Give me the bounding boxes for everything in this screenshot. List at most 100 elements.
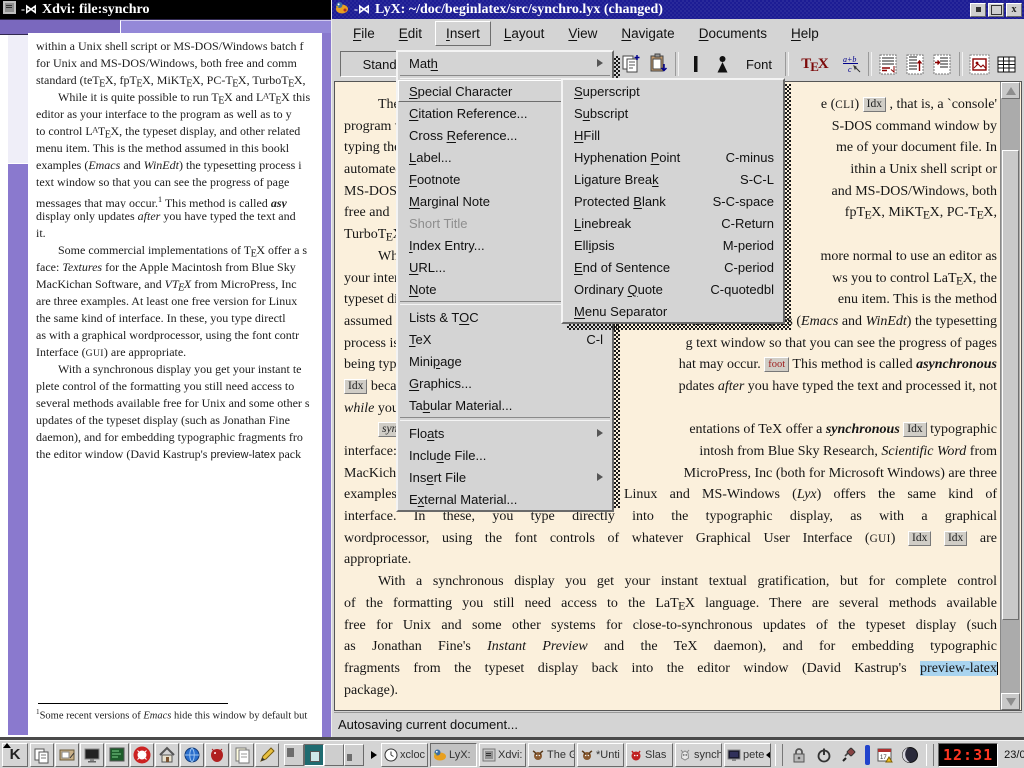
window-pin-icon[interactable]: -⋈: [21, 2, 37, 17]
menubar-item-navigate[interactable]: Navigate: [610, 21, 685, 46]
insert-table-button[interactable]: [993, 51, 1020, 78]
menu-item-minipage[interactable]: Minipage: [398, 350, 612, 372]
noun-button[interactable]: [709, 51, 736, 78]
task-button-slas[interactable]: Slas: [626, 743, 673, 767]
close-button[interactable]: x: [1006, 3, 1022, 17]
menu-item-tabular-material[interactable]: Tabular Material...: [398, 394, 612, 416]
insert-margin-note-button[interactable]: [902, 51, 929, 78]
copy-button[interactable]: [618, 51, 645, 78]
document-line: fragments from the typeset display back …: [344, 658, 997, 680]
index-inset[interactable]: Idx: [944, 531, 967, 546]
menubar-item-edit[interactable]: Edit: [388, 21, 433, 46]
emphasis-button[interactable]: [682, 51, 709, 78]
menubar-item-insert[interactable]: Insert: [435, 21, 491, 46]
browser-launcher[interactable]: [180, 743, 204, 767]
task-button-pete[interactable]: pete: [724, 743, 771, 767]
xdvi-text-line: menu item. This is the method assumed in…: [36, 140, 322, 157]
menu-shortcut: M-period: [709, 238, 774, 253]
menubar-item-help[interactable]: Help: [780, 21, 830, 46]
lyx-titlebar[interactable]: -⋈ LyX: ~/doc/beginlatex/src/synchro.lyx…: [332, 0, 1024, 19]
insert-footnote-button[interactable]: [875, 51, 902, 78]
task-button-*unti[interactable]: *Unti: [577, 743, 624, 767]
menubar-item-view[interactable]: View: [557, 21, 608, 46]
notes-launcher[interactable]: [230, 743, 254, 767]
plug-applet-icon[interactable]: [837, 743, 861, 767]
xdvi-hscroll-thumb[interactable]: [120, 20, 331, 34]
xdvi-vertical-scrollbar[interactable]: [8, 35, 28, 735]
menu-item-external-material[interactable]: External Material...: [398, 488, 612, 510]
scroll-up-arrow[interactable]: [1001, 82, 1020, 99]
lyx-vertical-scrollbar[interactable]: [1000, 82, 1020, 710]
digital-clock[interactable]: 12:31: [938, 743, 998, 767]
power-applet-icon[interactable]: [812, 743, 836, 767]
calendar-applet-icon[interactable]: 17: [873, 743, 897, 767]
taskbar-panel: K xclocLyX:Xdvi:The G*UntiSlassynchpete …: [0, 740, 1024, 768]
xdvi-vscroll-thumb[interactable]: [8, 163, 28, 735]
font-button[interactable]: Font: [736, 51, 782, 78]
menu-item-math[interactable]: Math: [398, 52, 612, 74]
moon-applet-icon[interactable]: [898, 743, 922, 767]
window-list-launcher[interactable]: [30, 743, 54, 767]
submenu-item-hyphenation-point[interactable]: Hyphenation PointC-minus: [563, 146, 783, 168]
panel-handle[interactable]: [926, 744, 934, 766]
submenu-item-menu-separator[interactable]: Menu Separator: [563, 300, 783, 322]
task-button-xcloc[interactable]: xcloc: [381, 743, 428, 767]
submenu-item-subscript[interactable]: Subscript: [563, 102, 783, 124]
insert-figure-button[interactable]: [966, 51, 993, 78]
panel-handle[interactable]: [775, 744, 783, 766]
submenu-item-ligature-break[interactable]: Ligature BreakS-C-L: [563, 168, 783, 190]
task-scroll-left-arrow[interactable]: [369, 744, 379, 766]
pager-desktop-2[interactable]: [304, 744, 324, 766]
xdvi-page[interactable]: within a Unix shell script or MS-DOS/Win…: [28, 33, 322, 735]
xdvi-titlebar[interactable]: -⋈ Xdvi: file:synchro: [0, 0, 331, 19]
task-button-xdvi[interactable]: Xdvi:: [479, 743, 526, 767]
index-inset[interactable]: Idx: [903, 422, 926, 437]
mail-launcher[interactable]: [205, 743, 229, 767]
menu-item-floats[interactable]: Floats: [398, 422, 612, 444]
index-inset[interactable]: Idx: [863, 97, 886, 112]
lock-applet-icon[interactable]: [787, 743, 811, 767]
task-button-theg[interactable]: The G: [528, 743, 575, 767]
menu-item-tex[interactable]: TeXC-l: [398, 328, 612, 350]
index-inset[interactable]: Idx: [908, 531, 931, 546]
task-button-synch[interactable]: synch: [675, 743, 722, 767]
tex-mode-button[interactable]: TEX: [792, 51, 838, 78]
menubar-item-documents[interactable]: Documents: [688, 21, 778, 46]
menubar-item-file[interactable]: File: [342, 21, 386, 46]
pager-desktop-1[interactable]: [284, 744, 304, 766]
submenu-item-ellipsis[interactable]: EllipsisM-period: [563, 234, 783, 256]
math-mode-button[interactable]: a+bc: [838, 51, 865, 78]
editor-launcher[interactable]: [255, 743, 279, 767]
menu-item-include-file[interactable]: Include File...: [398, 444, 612, 466]
index-inset[interactable]: Idx: [344, 379, 367, 394]
xdvi-text-line: display only updates after you have type…: [36, 208, 322, 225]
pager-desktop-3[interactable]: [324, 744, 344, 766]
change-depth-button[interactable]: [929, 51, 956, 78]
submenu-item-end-of-sentence[interactable]: End of SentenceC-period: [563, 256, 783, 278]
show-desktop-launcher[interactable]: [55, 743, 79, 767]
maximize-button[interactable]: [988, 3, 1004, 17]
submenu-item-hfill[interactable]: HFill: [563, 124, 783, 146]
menu-shortcut: C-Return: [707, 216, 774, 231]
console-launcher[interactable]: [105, 743, 129, 767]
submenu-item-linebreak[interactable]: LinebreakC-Return: [563, 212, 783, 234]
menu-item-insert-file[interactable]: Insert File: [398, 466, 612, 488]
task-button-lyx[interactable]: LyX:: [430, 743, 477, 767]
footnote-inset[interactable]: foot: [764, 357, 789, 372]
submenu-item-protected-blank[interactable]: Protected BlankS-C-space: [563, 190, 783, 212]
pager-desktop-4[interactable]: [344, 744, 364, 766]
window-pin-icon[interactable]: -⋈: [354, 2, 370, 17]
k-menu-button[interactable]: K: [2, 743, 28, 767]
menu-item-graphics[interactable]: Graphics...: [398, 372, 612, 394]
menubar-item-layout[interactable]: Layout: [493, 21, 556, 46]
submenu-item-superscript[interactable]: Superscript: [563, 80, 783, 102]
lyx-scroll-thumb[interactable]: [1002, 150, 1019, 620]
terminal-launcher[interactable]: [80, 743, 104, 767]
scroll-down-arrow[interactable]: [1001, 693, 1020, 710]
paste-button[interactable]: [645, 51, 672, 78]
klipper-bar-applet-icon[interactable]: [862, 743, 872, 767]
home-launcher[interactable]: [155, 743, 179, 767]
submenu-item-ordinary-quote[interactable]: Ordinary QuoteC-quotedbl: [563, 278, 783, 300]
help-launcher[interactable]: [130, 743, 154, 767]
iconify-button[interactable]: [970, 3, 986, 17]
